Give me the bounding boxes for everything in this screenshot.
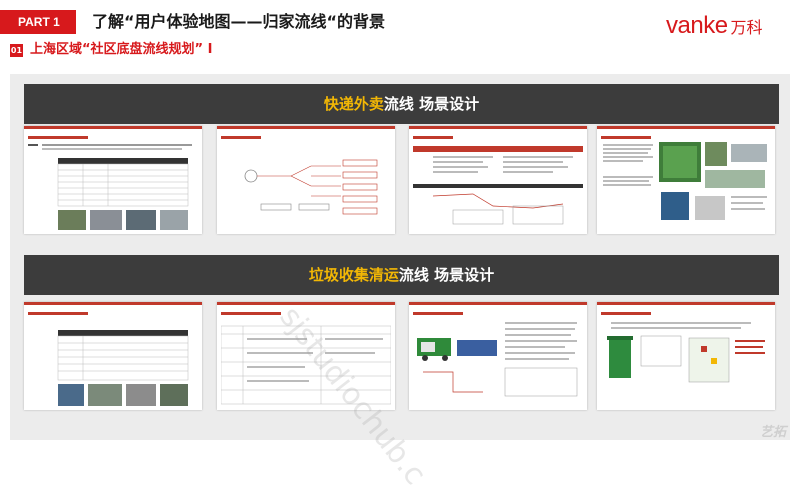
- banner-garbage: 垃圾收集清运流线 场景设计: [24, 255, 779, 295]
- corner-logo-mark: 艺拓: [759, 425, 786, 440]
- slide-thumbnail[interactable]: [597, 302, 775, 410]
- logo-latin-text: vanke: [666, 12, 728, 39]
- slide-thumbnail[interactable]: [217, 126, 395, 234]
- section-number-badge: 01: [10, 44, 23, 57]
- banner-delivery-rest: 流线 场景设计: [383, 95, 480, 113]
- slide-thumbnail[interactable]: [24, 302, 202, 410]
- logo-chinese-text: 万科: [730, 18, 763, 37]
- thumbnail-chart-graphic: [413, 136, 583, 225]
- thumbnail-table-graphic: [28, 312, 189, 406]
- thumbnail-flow-graphic: [221, 136, 378, 215]
- thumbnail-facility-graphic: [601, 136, 767, 220]
- section-title: 上海区域“社区底盘流线规划” I: [30, 42, 213, 57]
- page-title: 了解“用户体验地图——归家流线“的背景: [92, 12, 386, 31]
- part-badge: PART 1: [0, 10, 76, 34]
- slide-thumbnail[interactable]: [597, 126, 775, 234]
- vanke-logo: vanke 万科: [666, 12, 763, 39]
- slide-thumbnail[interactable]: [409, 126, 587, 234]
- banner-delivery-highlight: 快递外卖: [323, 95, 384, 113]
- banner-garbage-highlight: 垃圾收集清运: [308, 266, 399, 284]
- banner-delivery: 快递外卖流线 场景设计: [24, 84, 779, 124]
- thumbnail-vehicle-graphic: [413, 312, 578, 397]
- thumbnail-bin-graphic: [601, 312, 765, 383]
- slide-thumbnail[interactable]: [24, 126, 202, 234]
- banner-garbage-rest: 流线 场景设计: [398, 266, 495, 284]
- thumbnail-table-graphic: [28, 136, 192, 230]
- slide-thumbnail[interactable]: [409, 302, 587, 410]
